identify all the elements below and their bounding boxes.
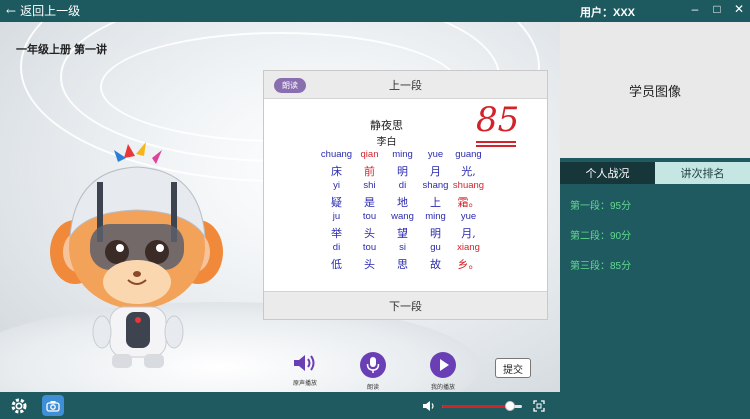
title-bar: ← 返回上一级 用户：XXX – □ ✕ [0, 0, 750, 22]
volume-icon[interactable] [422, 400, 436, 412]
pinyin-syllable: xiang [457, 242, 480, 253]
hanzi-row: 疑 是 地 上 霜。 [320, 194, 485, 210]
submit-button[interactable]: 提交 [495, 358, 531, 378]
pinyin-syllable: yi [333, 180, 340, 191]
pinyin-syllable: ming [392, 149, 413, 160]
poem-title: 静夜思 [370, 119, 403, 132]
original-audio-label: 原声播放 [292, 381, 317, 387]
mode-badge: 朗读 [274, 78, 306, 93]
avatar-label: 学员图像 [628, 83, 681, 99]
hanzi-character: 望 [397, 227, 408, 240]
hanzi-character: 疑 [331, 196, 342, 209]
record-button[interactable]: 朗读 [343, 352, 403, 391]
microphone-icon [360, 352, 386, 378]
hanzi-character: 光, [461, 165, 476, 178]
hanzi-character: 乡。 [457, 258, 480, 271]
volume-slider-fill [442, 405, 510, 408]
hanzi-character: 前 [364, 165, 375, 178]
original-audio-button[interactable]: 原声播放 [275, 352, 335, 387]
poem-author: 李白 [376, 137, 397, 148]
hanzi-character: 头 [364, 227, 375, 240]
volume-slider-knob[interactable] [505, 401, 515, 411]
pinyin-syllable: shang [422, 180, 449, 191]
hanzi-character: 头 [364, 258, 375, 271]
pinyin-syllable: chuang [320, 149, 353, 160]
mascot-illustration [50, 142, 223, 368]
pinyin-syllable: wang [391, 211, 414, 222]
hanzi-character: 思 [397, 258, 408, 271]
close-icon[interactable]: ✕ [732, 2, 746, 16]
pinyin-syllable: yue [460, 211, 477, 222]
pinyin-syllable: ju [332, 211, 341, 222]
hanzi-row: 举 头 望 明 月, [320, 225, 485, 241]
hanzi-character: 明 [430, 227, 441, 240]
camera-button[interactable] [42, 395, 64, 416]
pinyin-syllable: di [332, 242, 341, 253]
section-score-item: 第一段：95分 [570, 201, 632, 212]
pinyin-syllable: di [398, 180, 407, 191]
hanzi-row: 床 前 明 月 光, [320, 163, 485, 179]
hanzi-character: 月 [430, 165, 441, 178]
hanzi-character: 举 [331, 227, 342, 240]
pinyin-row: chuang qian ming yue guang [320, 149, 485, 160]
pinyin-syllable: qian [360, 149, 379, 160]
lesson-title: 一年级上册 第一讲 [16, 44, 108, 56]
pinyin-syllable: tou [362, 211, 377, 222]
my-playback-button[interactable]: 我的播放 [413, 352, 473, 391]
sidebar: 学员图像 个人战况 讲次排名 第一段：95分 第二段：90分 第三段：85分 [560, 22, 750, 419]
user-label: 用户：XXX [580, 7, 636, 19]
arrow-left-icon: ← [6, 3, 17, 18]
volume-slider[interactable] [442, 401, 522, 411]
pinyin-syllable: tou [362, 242, 377, 253]
pinyin-row: di tou si gu xiang [320, 242, 485, 253]
pinyin-row: ju tou wang ming yue [320, 211, 485, 222]
back-label: 返回上一级 [20, 4, 81, 18]
hanzi-character: 是 [364, 196, 375, 209]
window-controls: – □ ✕ [688, 2, 746, 16]
poem-reader-panel: 朗读 上一段 85 静夜思 李白 chuang qian ming yue guang 床… [263, 70, 548, 320]
speaker-icon [294, 355, 315, 371]
hanzi-character: 床 [331, 165, 342, 178]
section-score-item: 第二段：90分 [570, 231, 632, 242]
my-playback-label: 我的播放 [430, 385, 455, 391]
student-avatar: 学员图像 [560, 22, 750, 158]
maximize-icon[interactable]: □ [710, 2, 724, 16]
hanzi-row: 低 头 思 故 乡。 [320, 256, 485, 272]
reader-header: 朗读 上一段 [264, 71, 547, 99]
pinyin-syllable: guang [455, 149, 482, 160]
pinyin-syllable: yue [427, 149, 444, 160]
sidebar-tabs: 个人战况 讲次排名 [560, 162, 750, 184]
fullscreen-icon[interactable] [533, 400, 545, 412]
pinyin-syllable: shi [363, 180, 376, 191]
tab-personal-stats[interactable]: 个人战况 [560, 162, 655, 184]
tab-lesson-ranking[interactable]: 讲次排名 [655, 162, 750, 184]
hanzi-character: 低 [331, 258, 342, 271]
prev-section-button[interactable]: 上一段 [389, 77, 422, 93]
back-button[interactable]: ← 返回上一级 [6, 2, 80, 19]
pinyin-syllable: ming [425, 211, 446, 222]
hanzi-character: 月, [461, 227, 476, 240]
pinyin-syllable: gu [430, 242, 441, 253]
section-score-item: 第三段：85分 [570, 261, 632, 272]
pinyin-syllable: shuang [452, 180, 485, 191]
hanzi-character: 明 [397, 165, 408, 178]
gear-icon[interactable] [10, 397, 28, 415]
pinyin-syllable: si [399, 242, 406, 253]
hanzi-character: 霜。 [457, 196, 480, 209]
camera-icon [46, 400, 60, 412]
hanzi-character: 上 [430, 196, 441, 209]
hanzi-character: 故 [430, 258, 441, 271]
next-section-button[interactable]: 下一段 [264, 291, 547, 319]
record-label: 朗读 [366, 385, 379, 391]
minimize-icon[interactable]: – [688, 2, 702, 16]
lesson-stage: 一年级上册 第一讲 朗读 上一段 85 静夜思 李白 chuang qian m… [0, 22, 560, 392]
pinyin-row: yi shi di shang shuang [320, 180, 485, 191]
hanzi-character: 地 [397, 196, 408, 209]
play-icon [430, 352, 456, 378]
section-scores-list: 第一段：95分 第二段：90分 第三段：85分 [570, 197, 631, 287]
